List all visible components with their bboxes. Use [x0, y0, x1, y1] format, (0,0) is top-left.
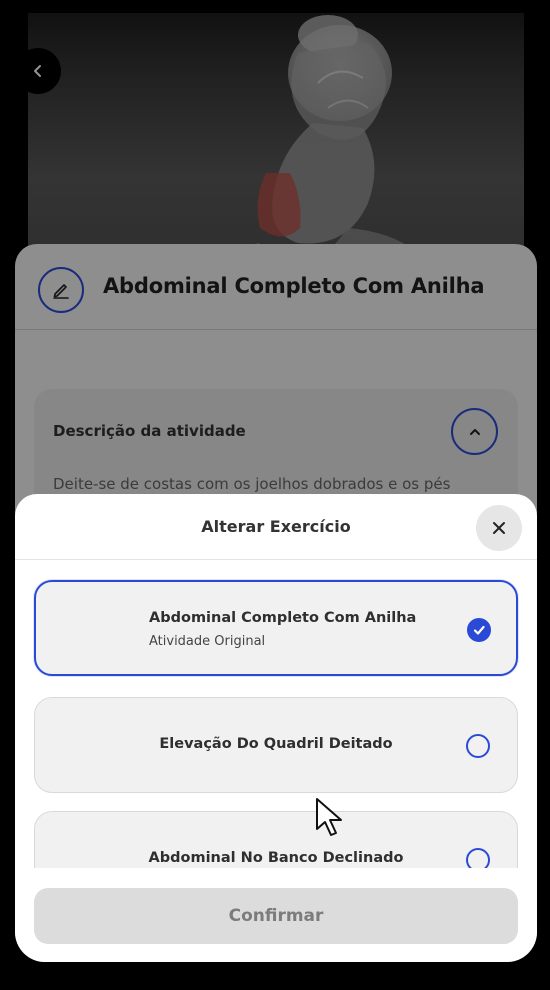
exercise-option[interactable]: Abdominal No Banco Declinado [34, 811, 518, 868]
sheet-header: Alterar Exercício [15, 494, 537, 560]
option-radio[interactable] [466, 848, 490, 868]
close-icon [493, 522, 505, 534]
app-screen: Abdominal Completo Com Anilha Descrição … [15, 0, 537, 962]
option-subtitle: Atividade Original [149, 634, 266, 649]
sheet-title: Alterar Exercício [201, 517, 351, 536]
option-name: Abdominal Completo Com Anilha [149, 610, 417, 626]
exercise-option[interactable]: Elevação Do Quadril Deitado [34, 697, 518, 793]
exercise-options-list[interactable]: Abdominal Completo Com Anilha Atividade … [15, 560, 537, 868]
option-radio[interactable] [466, 734, 490, 758]
confirm-button[interactable]: Confirmar [34, 888, 518, 944]
close-button[interactable] [476, 505, 522, 551]
exercise-option-original[interactable]: Abdominal Completo Com Anilha Atividade … [34, 580, 518, 676]
option-radio-checked[interactable] [467, 618, 491, 642]
change-exercise-sheet: Alterar Exercício Abdominal Completo Com… [15, 494, 537, 962]
option-name: Elevação Do Quadril Deitado [159, 736, 393, 752]
option-name: Abdominal No Banco Declinado [148, 850, 404, 866]
mouse-pointer-icon [316, 798, 342, 836]
check-icon [473, 625, 485, 635]
